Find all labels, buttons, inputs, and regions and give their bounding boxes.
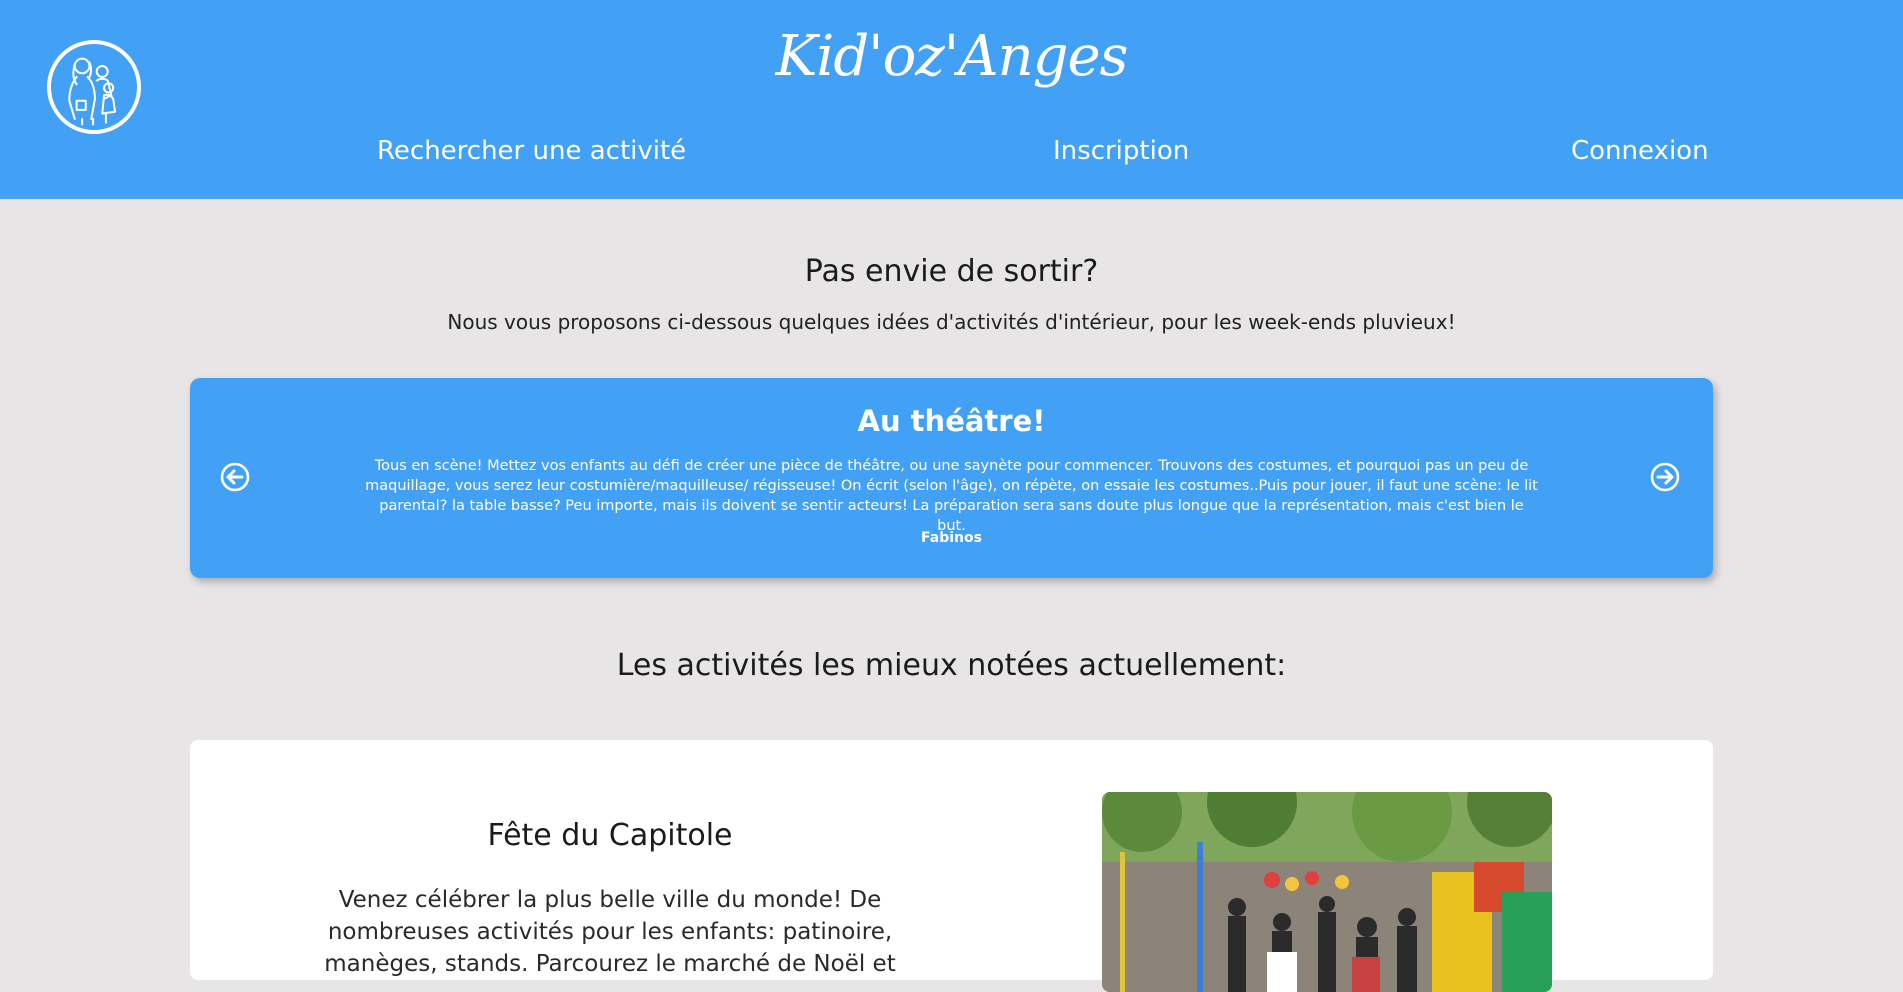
carousel-next-button[interactable] bbox=[1650, 462, 1680, 492]
slide-author: Fabinos bbox=[921, 530, 982, 546]
carousel-prev-button[interactable] bbox=[220, 462, 250, 492]
circle-arrow-right-icon bbox=[1650, 462, 1680, 492]
site-header: Kid'oz'Anges Rechercher une activité Ins… bbox=[0, 0, 1903, 199]
intro-title: Pas envie de sortir? bbox=[804, 254, 1099, 289]
intro-text: Nous vous proposons ci-dessous quelques … bbox=[447, 310, 1456, 334]
festival-photo-icon bbox=[1102, 792, 1552, 992]
activity-card[interactable]: Fête du Capitole Venez célébrer la plus … bbox=[190, 740, 1713, 992]
ideas-carousel: Au théâtre! Tous en scène! Mettez vos en… bbox=[190, 378, 1713, 578]
activity-description: Venez célébrer la plus belle ville du mo… bbox=[324, 887, 896, 977]
activity-title[interactable]: Fête du Capitole bbox=[320, 818, 900, 853]
nav-login[interactable]: Connexion bbox=[1571, 136, 1709, 166]
slide-title: Au théâtre! bbox=[857, 404, 1046, 438]
nav-signup[interactable]: Inscription bbox=[1053, 136, 1189, 166]
activity-photo[interactable] bbox=[1102, 792, 1552, 992]
nav-search-activity[interactable]: Rechercher une activité bbox=[377, 136, 686, 166]
top-activities-title: Les activités les mieux notées actuellem… bbox=[616, 648, 1287, 683]
circle-arrow-left-icon bbox=[220, 462, 250, 492]
brand-title[interactable]: Kid'oz'Anges bbox=[0, 24, 1903, 89]
slide-text: Tous en scène! Mettez vos enfants au déf… bbox=[365, 458, 1538, 534]
